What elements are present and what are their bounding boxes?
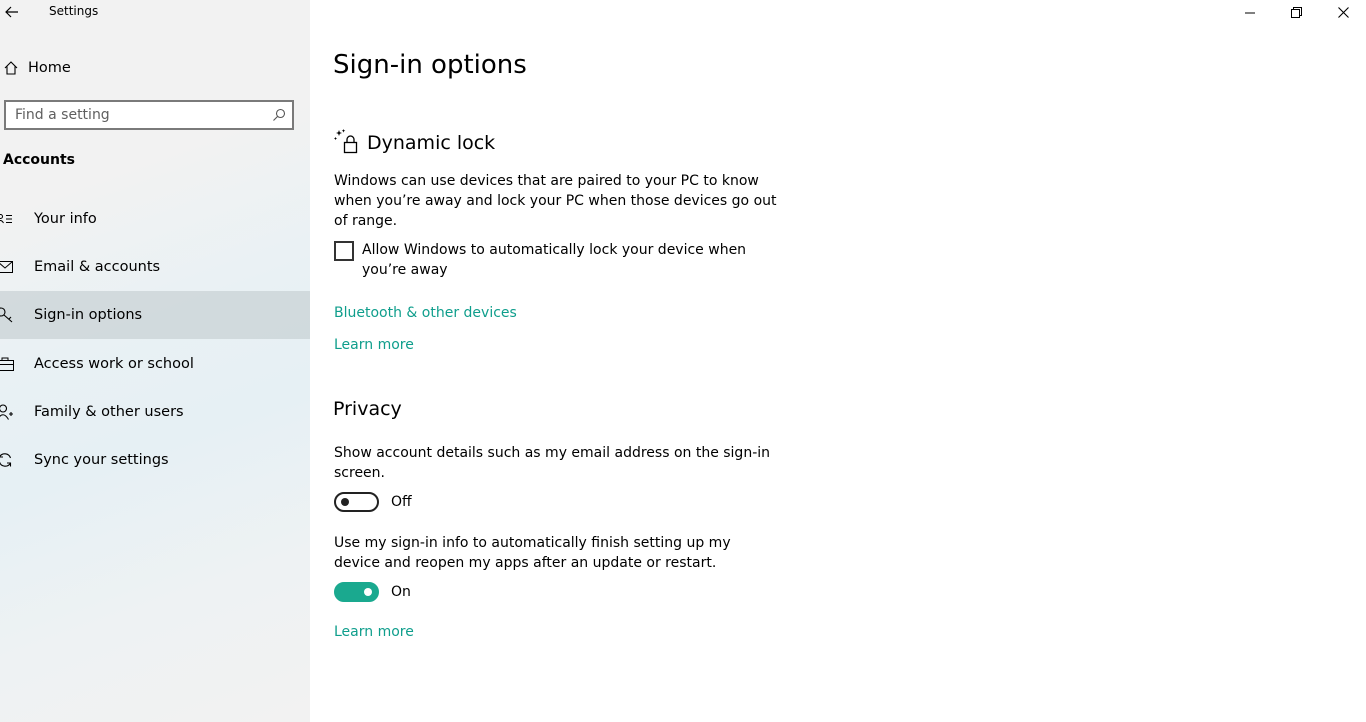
sign-in-info-toggle-row[interactable]: On <box>334 582 411 602</box>
dynamic-lock-header: Dynamic lock <box>334 128 495 158</box>
briefcase-icon <box>0 357 22 371</box>
page-title: Sign-in options <box>333 50 527 80</box>
privacy-setting2-text: Use my sign-in info to automatically fin… <box>334 535 731 571</box>
restore-icon <box>1290 3 1302 22</box>
sidebar-item-family-users[interactable]: Family & other users <box>0 388 310 436</box>
account-details-toggle-state: Off <box>391 494 412 510</box>
sign-in-info-toggle[interactable] <box>334 582 379 602</box>
sidebar-item-access-work-school[interactable]: Access work or school <box>0 340 310 388</box>
restore-button[interactable] <box>1273 0 1319 24</box>
privacy-heading: Privacy <box>333 398 402 420</box>
account-details-toggle-row[interactable]: Off <box>334 492 412 512</box>
sync-icon <box>0 452 22 468</box>
sidebar-item-label: Family & other users <box>34 404 184 420</box>
search-box <box>4 100 294 130</box>
sidebar-item-your-info[interactable]: Your info <box>0 195 310 243</box>
dynamic-lock-checkbox[interactable] <box>334 241 354 261</box>
minimize-button[interactable] <box>1227 0 1273 24</box>
bluetooth-devices-link[interactable]: Bluetooth & other devices <box>334 305 517 321</box>
mail-icon <box>0 261 22 273</box>
sidebar-item-label: Sync your settings <box>34 452 169 468</box>
dynamic-lock-heading: Dynamic lock <box>367 132 496 154</box>
sidebar-item-label: Access work or school <box>34 356 194 372</box>
contact-card-icon <box>0 213 22 225</box>
sidebar-item-sync-settings[interactable]: Sync your settings <box>0 436 310 484</box>
sidebar-item-label: Sign-in options <box>34 307 143 323</box>
dynamic-lock-checkbox-label[interactable]: Allow Windows to automatically lock your… <box>362 240 792 280</box>
person-add-icon <box>0 404 22 420</box>
sidebar-item-email-accounts[interactable]: Email & accounts <box>0 243 310 291</box>
home-icon <box>0 60 28 76</box>
section-title: Accounts <box>3 152 76 168</box>
back-arrow-icon <box>5 3 19 22</box>
sign-in-info-toggle-state: On <box>391 584 411 600</box>
search-icon[interactable] <box>266 108 292 122</box>
home-label: Home <box>28 60 71 76</box>
key-icon <box>0 307 22 323</box>
dynamic-lock-icon <box>334 128 360 158</box>
account-details-toggle[interactable] <box>334 492 379 512</box>
close-button[interactable] <box>1320 0 1366 24</box>
privacy-learn-more-link[interactable]: Learn more <box>334 624 414 640</box>
sidebar-item-label: Your info <box>34 211 97 227</box>
search-input[interactable] <box>6 102 266 128</box>
back-button[interactable] <box>0 0 24 24</box>
close-icon <box>1337 3 1349 22</box>
sidebar-item-sign-in-options[interactable]: Sign-in options <box>0 291 310 339</box>
toggle-knob <box>364 588 372 596</box>
dynamic-lock-checkbox-row[interactable]: Allow Windows to automatically lock your… <box>334 240 792 280</box>
sidebar: Settings Home Accounts Your info Email &… <box>0 0 310 722</box>
sidebar-item-label: Email & accounts <box>34 259 161 275</box>
toggle-knob <box>341 498 349 506</box>
sidebar-home[interactable]: Home <box>0 52 310 84</box>
app-title: Settings <box>49 4 99 18</box>
minimize-icon <box>1245 3 1255 22</box>
dynamic-lock-learn-more-link[interactable]: Learn more <box>334 337 414 353</box>
privacy-setting1-text: Show account details such as my email ad… <box>334 445 771 481</box>
dynamic-lock-description: Windows can use devices that are paired … <box>334 173 777 229</box>
